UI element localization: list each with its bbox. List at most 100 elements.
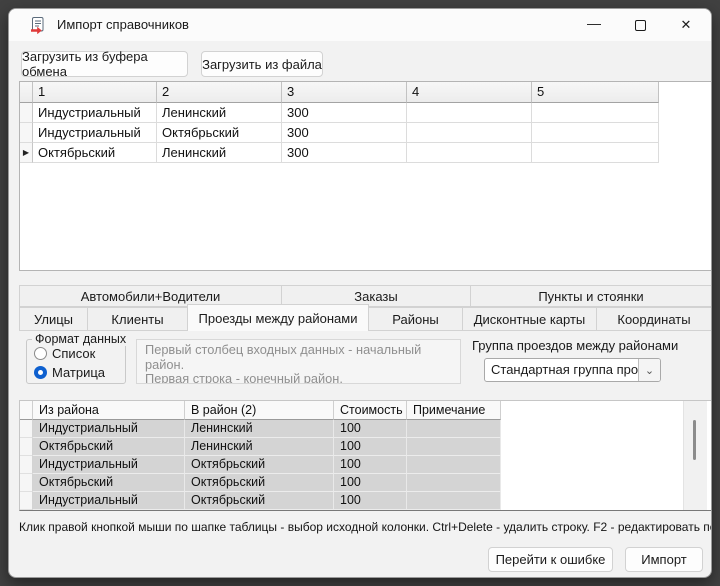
dialog-window: Импорт справочников — ✕ Загрузить из буф… xyxy=(8,8,712,578)
source-grid-row: Индустриальный Октябрьский 300 xyxy=(20,123,711,143)
load-from-file-button[interactable]: Загрузить из файла xyxy=(201,51,323,77)
minimize-button[interactable]: — xyxy=(571,9,617,41)
active-row-arrow-icon: ▶ xyxy=(23,149,29,157)
minimize-icon: — xyxy=(587,15,601,31)
grid-cell[interactable]: Октябрьский xyxy=(185,492,334,510)
row-selector-cell[interactable] xyxy=(20,420,33,438)
row-selector-cell[interactable] xyxy=(20,438,33,456)
result-header-selector[interactable] xyxy=(20,401,33,420)
result-grid-row: Индустриальный Октябрьский 100 xyxy=(20,492,711,510)
source-header-selector[interactable] xyxy=(20,82,33,103)
row-selector-cell[interactable] xyxy=(20,103,33,123)
grid-cell[interactable]: Ленинский xyxy=(185,420,334,438)
grid-cell[interactable]: Октябрьский xyxy=(33,474,185,492)
tab-district-trips[interactable]: Проезды между районами xyxy=(187,304,369,331)
grid-cell[interactable]: 300 xyxy=(282,123,407,143)
row-selector-cell[interactable]: ▶ xyxy=(20,143,33,163)
radio-label: Матрица xyxy=(52,365,105,380)
radio-checked-icon xyxy=(34,366,47,379)
grid-cell[interactable]: Октябрьский xyxy=(33,438,185,456)
source-column-header[interactable]: 4 xyxy=(407,82,532,103)
close-button[interactable]: ✕ xyxy=(663,9,709,41)
vertical-scrollbar[interactable] xyxy=(683,401,707,510)
grid-cell[interactable]: Октябрьский xyxy=(185,456,334,474)
grid-cell[interactable] xyxy=(407,456,501,474)
result-grid-row: Индустриальный Ленинский 100 xyxy=(20,420,711,438)
source-grid-row-active: ▶ Октябрьский Ленинский 300 xyxy=(20,143,711,163)
groupbox-title: Формат данных xyxy=(32,332,129,346)
result-column-header[interactable]: Из района xyxy=(33,401,185,420)
grid-cell[interactable]: Ленинский xyxy=(157,143,282,163)
grid-cell[interactable]: Индустриальный xyxy=(33,492,185,510)
grid-cell[interactable]: 100 xyxy=(334,456,407,474)
result-column-header[interactable]: Стоимость xyxy=(334,401,407,420)
tab-streets[interactable]: Улицы xyxy=(19,307,88,331)
source-column-header[interactable]: 3 xyxy=(282,82,407,103)
radio-list-option[interactable]: Список xyxy=(34,346,95,361)
grid-cell[interactable] xyxy=(532,103,659,123)
tab-points-parkings[interactable]: Пункты и стоянки xyxy=(470,285,712,307)
import-button[interactable]: Импорт xyxy=(625,547,703,572)
grid-cell[interactable] xyxy=(532,123,659,143)
grid-cell[interactable] xyxy=(407,474,501,492)
result-grid-row: Октябрьский Ленинский 100 xyxy=(20,438,711,456)
row-selector-cell[interactable] xyxy=(20,456,33,474)
grid-cell[interactable] xyxy=(407,420,501,438)
source-grid-row: Индустриальный Ленинский 300 xyxy=(20,103,711,123)
radio-matrix-option[interactable]: Матрица xyxy=(34,365,105,380)
grid-cell[interactable]: 300 xyxy=(282,103,407,123)
row-selector-cell[interactable] xyxy=(20,123,33,143)
result-grid: Из района В район (2) Стоимость Примечан… xyxy=(19,400,712,511)
result-column-header[interactable]: В район (2) xyxy=(185,401,334,420)
data-format-groupbox: Формат данных Список Матрица xyxy=(26,339,126,384)
grid-cell[interactable]: Октябрьский xyxy=(157,123,282,143)
source-column-header[interactable]: 1 xyxy=(33,82,157,103)
result-grid-row: Индустриальный Октябрьский 100 xyxy=(20,456,711,474)
format-description: Первый столбец входных данных - начальны… xyxy=(136,339,461,384)
scrollbar-thumb[interactable] xyxy=(693,420,696,460)
source-grid-header: 1 2 3 4 5 xyxy=(20,82,711,103)
tab-discount-cards[interactable]: Дисконтные карты xyxy=(462,307,597,331)
grid-cell[interactable] xyxy=(407,492,501,510)
row-selector-cell[interactable] xyxy=(20,474,33,492)
grid-cell[interactable] xyxy=(407,143,532,163)
maximize-button[interactable] xyxy=(617,9,663,41)
caption-buttons: — ✕ xyxy=(571,9,709,41)
grid-cell[interactable]: Индустриальный xyxy=(33,456,185,474)
tab-row-2: Улицы Клиенты Проезды между районами Рай… xyxy=(19,307,712,331)
grid-cell[interactable]: Октябрьский xyxy=(185,474,334,492)
source-column-header[interactable]: 5 xyxy=(532,82,659,103)
goto-error-button[interactable]: Перейти к ошибке xyxy=(488,547,613,572)
grid-cell[interactable]: Октябрьский xyxy=(33,143,157,163)
trip-group-select[interactable]: Стандартная группа проездов ⌄ xyxy=(484,358,661,382)
grid-cell[interactable]: 100 xyxy=(334,420,407,438)
radio-unchecked-icon xyxy=(34,347,47,360)
source-column-header[interactable]: 2 xyxy=(157,82,282,103)
grid-cell[interactable]: Индустриальный xyxy=(33,103,157,123)
result-grid-header: Из района В район (2) Стоимость Примечан… xyxy=(20,401,711,420)
radio-label: Список xyxy=(52,346,95,361)
grid-cell[interactable] xyxy=(407,103,532,123)
tab-coordinates[interactable]: Координаты xyxy=(596,307,712,331)
chevron-down-icon: ⌄ xyxy=(638,359,660,381)
tab-clients[interactable]: Клиенты xyxy=(87,307,188,331)
grid-cell[interactable]: 100 xyxy=(334,492,407,510)
grid-cell[interactable] xyxy=(407,123,532,143)
trip-group-label: Группа проездов между районами xyxy=(472,338,678,353)
grid-cell[interactable]: 300 xyxy=(282,143,407,163)
grid-cell[interactable]: Ленинский xyxy=(157,103,282,123)
row-selector-cell[interactable] xyxy=(20,492,33,510)
result-grid-row: Октябрьский Октябрьский 100 xyxy=(20,474,711,492)
load-from-clipboard-button[interactable]: Загрузить из буфера обмена xyxy=(21,51,188,77)
grid-cell[interactable]: 100 xyxy=(334,438,407,456)
grid-cell[interactable]: 100 xyxy=(334,474,407,492)
grid-cell[interactable]: Индустриальный xyxy=(33,420,185,438)
grid-cell[interactable] xyxy=(407,438,501,456)
grid-cell[interactable]: Индустриальный xyxy=(33,123,157,143)
result-column-header[interactable]: Примечание xyxy=(407,401,501,420)
grid-cell[interactable] xyxy=(532,143,659,163)
tab-districts[interactable]: Районы xyxy=(368,307,463,331)
titlebar: Импорт справочников — ✕ xyxy=(9,9,711,41)
grid-cell[interactable]: Ленинский xyxy=(185,438,334,456)
trip-group-value: Стандартная группа проездов xyxy=(491,362,661,377)
